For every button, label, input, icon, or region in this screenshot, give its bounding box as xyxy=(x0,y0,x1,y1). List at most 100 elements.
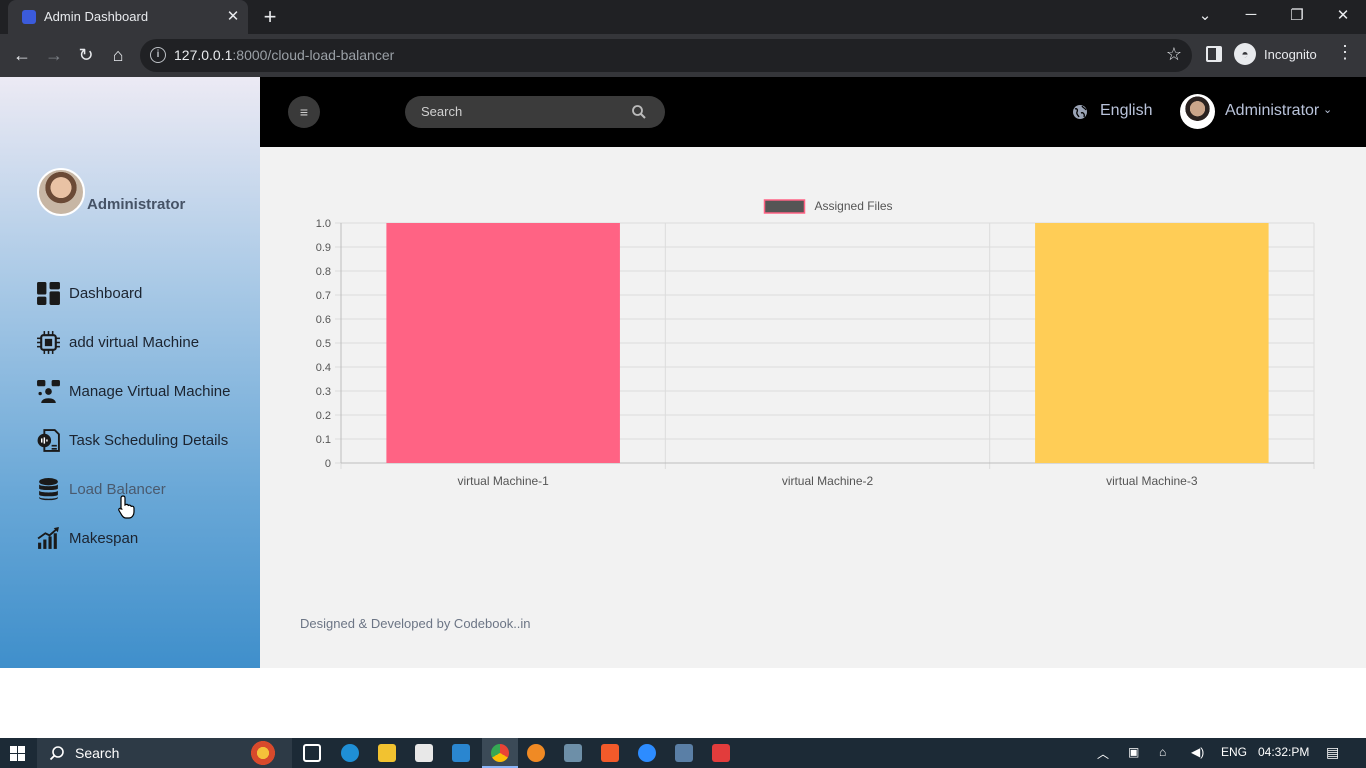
bar-3 xyxy=(1035,223,1269,463)
legend-swatch xyxy=(763,199,806,214)
notifications-icon[interactable]: ▤ xyxy=(1326,744,1339,761)
anydesk-icon[interactable] xyxy=(712,744,730,762)
network-icon[interactable]: ⌂ xyxy=(1159,745,1166,759)
y-tick-label: 0.1 xyxy=(316,434,331,446)
y-tick-label: 1.0 xyxy=(316,218,331,230)
windows-taskbar: Search ︿ ▣ ⌂ ◀) ENG 04:32:PM ▤ xyxy=(0,738,1366,768)
hand-cursor-icon xyxy=(118,495,135,519)
header-user-name[interactable]: Administrator xyxy=(1225,102,1319,120)
sidebar-item-makespan[interactable]: Makespan xyxy=(36,525,256,553)
windows-start-icon[interactable] xyxy=(10,746,26,762)
sidebar-item-label: add virtual Machine xyxy=(69,334,200,351)
sidebar-item-label: Dashboard xyxy=(69,285,143,302)
menu-toggle-icon[interactable]: ≡ xyxy=(288,96,320,128)
incognito-indicator[interactable]: ◓ Incognito xyxy=(1234,42,1326,68)
sidebar-item-manage-virtual-machine[interactable]: Manage Virtual Machine xyxy=(36,378,256,406)
x-tick-label: virtual Machine-1 xyxy=(457,474,549,488)
chrome-icon xyxy=(491,744,509,762)
file-explorer-icon[interactable] xyxy=(378,744,396,762)
database-icon xyxy=(39,478,58,501)
store-icon[interactable] xyxy=(415,744,433,762)
close-window-icon[interactable]: ✕ xyxy=(1332,6,1354,24)
taskbar-active-chrome[interactable] xyxy=(482,738,518,768)
sidebar-user-name: Administrator xyxy=(87,196,186,213)
top-header: ≡ English Administrator ⌄ xyxy=(260,77,1366,147)
volume-icon[interactable]: ◀) xyxy=(1191,745,1204,759)
task-doc-icon xyxy=(37,429,60,452)
address-bar[interactable]: i 127.0.0.1:8000/cloud-load-balancer ☆ xyxy=(140,39,1192,72)
y-tick-label: 0.3 xyxy=(316,386,331,398)
search-box[interactable] xyxy=(405,96,665,128)
home-icon[interactable]: ⌂ xyxy=(105,42,131,68)
site-info-icon[interactable]: i xyxy=(150,47,166,63)
y-tick-label: 0.8 xyxy=(316,266,331,278)
browser-tab-strip: Admin Dashboard ✕ + ⌄ ─ ❐ ✕ xyxy=(0,0,1366,34)
incognito-label: Incognito xyxy=(1264,47,1317,62)
search-icon xyxy=(49,746,64,761)
language-label: English xyxy=(1100,102,1153,119)
y-tick-label: 0.2 xyxy=(316,410,331,422)
search-input[interactable] xyxy=(421,104,621,119)
y-tick-label: 0.7 xyxy=(316,290,331,302)
clock-time[interactable]: 04:32:PM xyxy=(1258,745,1309,759)
screen-capture-icon[interactable] xyxy=(675,744,693,762)
search-icon[interactable] xyxy=(631,104,647,120)
sidebar-item-label: Task Scheduling Details xyxy=(69,432,229,449)
sidebar-item-label: Manage Virtual Machine xyxy=(69,383,231,400)
url-text[interactable]: 127.0.0.1:8000/cloud-load-balancer xyxy=(174,47,394,63)
legend-label: Assigned Files xyxy=(815,199,893,213)
remote-desktop-icon[interactable] xyxy=(564,744,582,762)
bar-1 xyxy=(386,223,620,463)
sidebar-avatar xyxy=(37,168,85,216)
y-tick-label: 0.4 xyxy=(316,362,331,374)
site-favicon-icon xyxy=(22,10,36,24)
sidebar-item-label: Makespan xyxy=(69,530,139,547)
bookmark-star-icon[interactable]: ☆ xyxy=(1166,44,1182,65)
forward-icon[interactable]: → xyxy=(41,42,67,68)
chevron-down-icon[interactable]: ⌄ xyxy=(1323,103,1332,116)
zoom-icon[interactable] xyxy=(638,744,656,762)
header-avatar[interactable] xyxy=(1180,94,1215,129)
tray-chevron-icon[interactable]: ︿ xyxy=(1097,745,1109,762)
y-tick-label: 0.5 xyxy=(316,338,331,350)
y-tick-label: 0.9 xyxy=(316,242,331,254)
x-tick-label: virtual Machine-3 xyxy=(1106,474,1198,488)
search-highlight-icon xyxy=(248,740,278,766)
footer-credit: Designed & Developed by Codebook..in xyxy=(300,616,531,631)
taskbar-search-label: Search xyxy=(75,745,120,761)
browser-tab[interactable]: Admin Dashboard ✕ xyxy=(8,0,248,34)
task-view-icon[interactable] xyxy=(303,744,321,762)
sidebar-item-add-virtual-machine[interactable]: add virtual Machine xyxy=(36,329,256,357)
dashboard-icon xyxy=(37,282,60,305)
sidebar-item-dashboard[interactable]: Dashboard xyxy=(36,280,256,308)
y-tick-label: 0 xyxy=(325,458,331,470)
sidebar: Administrator Dashboard add virtual Mach… xyxy=(0,77,260,668)
meet-now-icon[interactable]: ▣ xyxy=(1128,745,1139,759)
search-tool-icon[interactable] xyxy=(527,744,545,762)
chip-icon xyxy=(37,331,60,354)
incognito-icon: ◓ xyxy=(1234,43,1256,65)
assigned-files-bar-chart: 1.0 0.9 0.8 0.7 0.6 0.5 0.4 0.3 0.2 0.1 0 virtual M… xyxy=(316,199,1315,488)
sidebar-item-task-scheduling-details[interactable]: Task Scheduling Details xyxy=(36,427,256,455)
tab-search-chevron-icon[interactable]: ⌄ xyxy=(1194,6,1216,24)
x-tick-label: virtual Machine-2 xyxy=(782,474,874,488)
edge-icon[interactable] xyxy=(341,744,359,762)
vscode-icon[interactable] xyxy=(452,744,470,762)
y-tick-label: 0.6 xyxy=(316,314,331,326)
browser-toolbar: ← → ↻ ⌂ i 127.0.0.1:8000/cloud-load-bala… xyxy=(0,34,1366,77)
new-tab-icon[interactable]: + xyxy=(259,4,281,30)
browser-menu-icon[interactable]: ⋮ xyxy=(1336,42,1354,63)
input-language[interactable]: ENG xyxy=(1221,745,1247,759)
sidebar-item-load-balancer[interactable]: Load Balancer xyxy=(36,476,256,504)
restore-icon[interactable]: ❐ xyxy=(1286,6,1308,24)
close-tab-icon[interactable]: ✕ xyxy=(224,7,242,25)
main-content: 1.0 0.9 0.8 0.7 0.6 0.5 0.4 0.3 0.2 0.1 0 virtual M… xyxy=(260,147,1366,668)
growth-chart-icon xyxy=(37,527,59,549)
minimize-icon[interactable]: ─ xyxy=(1240,6,1262,23)
back-icon[interactable]: ← xyxy=(9,42,35,68)
side-panel-icon[interactable] xyxy=(1206,46,1222,62)
brave-icon[interactable] xyxy=(601,744,619,762)
users-manage-icon xyxy=(37,380,60,403)
reload-icon[interactable]: ↻ xyxy=(73,42,99,68)
tab-title: Admin Dashboard xyxy=(44,9,149,24)
